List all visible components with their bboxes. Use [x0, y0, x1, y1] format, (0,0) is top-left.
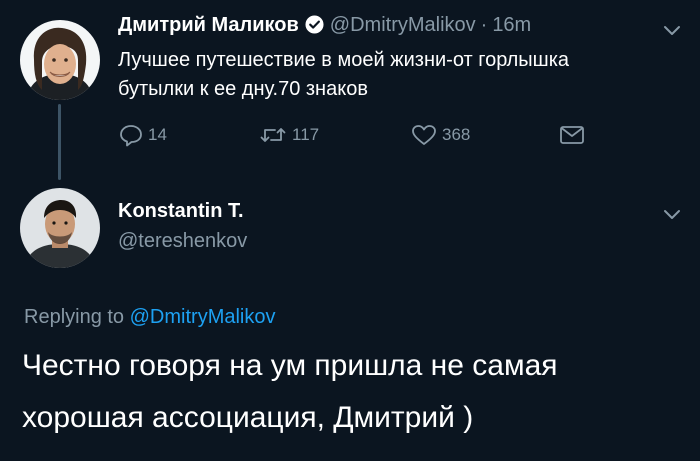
- reply-button[interactable]: 14: [118, 122, 167, 148]
- reply-author-name[interactable]: Konstantin T.: [118, 200, 244, 223]
- avatar[interactable]: [20, 20, 100, 100]
- replying-to-mention[interactable]: @DmitryMalikov: [130, 306, 276, 328]
- tweet-header: Дмитрий Маликов @DmitryMalikov · 16m: [118, 12, 531, 38]
- tweet-text: Лучшее путешествие в моей жизни-от горлы…: [118, 49, 570, 100]
- time-separator: ·: [480, 14, 488, 36]
- reply-author-handle[interactable]: @tereshenkov: [118, 230, 247, 253]
- like-icon: [410, 122, 442, 148]
- retweet-icon: [258, 122, 292, 148]
- thread-connector-line: [58, 104, 61, 180]
- avatar[interactable]: [20, 188, 100, 268]
- retweet-count: 117: [292, 125, 320, 144]
- author-handle[interactable]: @DmitryMalikov: [330, 14, 476, 36]
- direct-message-button[interactable]: [558, 122, 590, 148]
- author-name[interactable]: Дмитрий Маликов: [118, 14, 299, 36]
- direct-message-icon: [558, 122, 590, 148]
- reply-count: 14: [148, 125, 167, 144]
- reply-icon: [118, 122, 148, 148]
- tweet-actions: 14 117 368: [118, 122, 598, 152]
- replying-to-label: Replying to: [24, 306, 125, 328]
- tweet-timestamp[interactable]: 16m: [492, 14, 531, 36]
- chevron-down-icon[interactable]: [662, 24, 682, 38]
- retweet-button[interactable]: 117: [258, 122, 319, 148]
- verified-badge-icon: [305, 15, 324, 34]
- chevron-down-icon[interactable]: [662, 208, 682, 222]
- like-count: 368: [442, 125, 471, 144]
- like-button[interactable]: 368: [410, 122, 470, 148]
- reply-text: Честно говоря на ум пришла не самая хоро…: [22, 349, 558, 434]
- replying-to-line: Replying to @DmitryMalikov: [24, 306, 275, 329]
